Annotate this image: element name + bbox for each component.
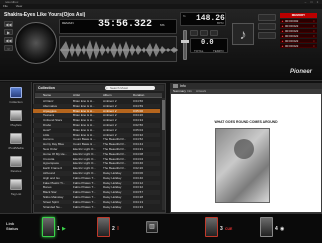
column-artist[interactable]: Artist [73, 93, 80, 98]
bpm-label: BPM [217, 21, 224, 25]
deck-2-number: 2 [112, 226, 115, 232]
tempo-label: TEMPO [213, 49, 224, 53]
search-icon: ⌕ [106, 86, 108, 90]
deck-2-player-icon [97, 217, 110, 237]
play-icon: ▶ [62, 226, 66, 232]
sidebar-item-label: Devices [10, 169, 22, 173]
time-unit: MS [160, 23, 165, 27]
track-table: Al Danz Brian Eno & H... Ambient 2 0:04:56 A… [33, 99, 160, 211]
tab-info[interactable]: Info [187, 89, 192, 94]
remain-label: REMAIN [62, 21, 74, 25]
sidebar-item-playlists[interactable]: Playlists [3, 108, 29, 130]
deck-4[interactable]: 4 ◉ [260, 217, 290, 237]
row-duration: 0:04:33 [133, 204, 144, 209]
total-label: TOTAL [194, 49, 204, 53]
app-window: rekordbox – □ × File View Shakira-Eyes L… [0, 0, 322, 243]
deck-3-player-icon [205, 217, 218, 237]
memory-cue-item[interactable]: ▲ 00:00:022 × [280, 29, 317, 33]
table-row[interactable]: Stranded Ne... Fabio Pirates T... Daisy Ho… [33, 205, 160, 210]
deck-2[interactable]: 2 ‖ [97, 217, 127, 237]
brand-logo: Pioneer [290, 69, 313, 75]
sidebar-item-collection[interactable]: Collection [3, 85, 29, 107]
column-name[interactable]: Name [43, 93, 51, 98]
deck-3-number: 3 [220, 226, 223, 232]
pitch-display: 0.0 [201, 39, 214, 47]
artwork-shape [234, 139, 254, 159]
percent-label: % [183, 14, 186, 18]
sidebar-item-label: Playlists [10, 123, 22, 127]
music-note-icon: ♪ [232, 23, 254, 45]
waveform-display[interactable] [59, 36, 178, 62]
tempo-slider-track[interactable] [183, 30, 187, 60]
master-tempo-button[interactable] [200, 30, 208, 36]
cue-label: CUE [225, 227, 233, 231]
menu-view[interactable]: View [16, 4, 22, 8]
device-icon [10, 133, 22, 144]
album-title: WHAT GOES ROUND COMES AROUND [214, 120, 278, 124]
tempo-slider-handle[interactable] [181, 40, 189, 43]
scrollbar-thumb[interactable] [162, 100, 165, 130]
search-back-button[interactable]: ◀◀ [4, 37, 13, 43]
row-album: Daisy Holiday [103, 204, 122, 209]
deck-4-player-icon [260, 217, 273, 237]
deck-1[interactable]: 1 ▶ [42, 217, 72, 237]
tab-summary[interactable]: Summary [173, 89, 186, 94]
cue-button[interactable]: ◀◀ [4, 21, 13, 27]
info-title: Info [180, 84, 186, 88]
row-name: Stranded Ne... [43, 204, 63, 209]
folder-icon [10, 156, 22, 167]
collection-title: Collection [38, 86, 55, 90]
sidebar-item-label: Collection [9, 100, 23, 104]
play-button[interactable]: ▶ [4, 29, 13, 35]
mixer-icon[interactable]: ▥ [146, 221, 158, 233]
playlist-icon [10, 110, 22, 121]
deck-3[interactable]: 3 CUE [205, 217, 235, 237]
sidebar-item-taglist[interactable]: Tag List [3, 177, 29, 199]
track-title: Shakira-Eyes Like Yours(Ojos Asi) [4, 12, 86, 18]
menu-file[interactable]: File [3, 4, 8, 8]
memory-cue-item[interactable]: ▲ 00:00:022 × [280, 44, 317, 48]
album-artwork [215, 128, 270, 203]
collection-icon [10, 87, 22, 98]
tempo-range-button[interactable] [190, 30, 198, 36]
jog-wheel[interactable] [15, 22, 57, 64]
row-artist: Fabio Pirates T... [73, 204, 96, 209]
memory-cue-item[interactable]: ▲ 00:00:002 × [280, 19, 317, 23]
deck-select-3[interactable] [258, 32, 276, 39]
sidebar-item-label: Tag List [10, 192, 22, 196]
sync-button[interactable] [210, 30, 218, 36]
taglist-icon [10, 179, 22, 190]
waveform-svg [60, 40, 178, 60]
tab-artwork[interactable]: Artwork [196, 89, 206, 94]
deck-1-number: 1 [57, 226, 60, 232]
column-duration[interactable]: Duration [133, 93, 144, 98]
disc-icon: ◉ [280, 226, 285, 232]
memory-cue-item[interactable]: ▲ 00:00:022 × [280, 39, 317, 43]
search-placeholder: Search Music [110, 86, 129, 90]
memory-header: MEMORY [280, 13, 317, 18]
memory-cue-item[interactable]: ▲ 00:00:022 × [280, 34, 317, 38]
column-album[interactable]: Album [103, 93, 112, 98]
loop-button[interactable]: ○ [4, 45, 13, 51]
deck-1-player-icon [42, 217, 55, 237]
sidebar-item-devices[interactable]: Devices [3, 154, 29, 176]
sidebar-item-ipod[interactable]: iPod/Media [3, 131, 29, 153]
deck-select-1[interactable] [258, 14, 276, 21]
search-input[interactable]: Search Music [105, 86, 155, 90]
link-status-label: Link Status [6, 221, 19, 231]
memory-cue-item[interactable]: ▲ 00:00:022 × [280, 24, 317, 28]
sidebar-item-label: iPod/Media [8, 146, 24, 150]
info-icon [173, 84, 178, 88]
deck-4-number: 4 [275, 226, 278, 232]
info-tabs [170, 89, 322, 94]
deck-select-2[interactable] [258, 23, 276, 30]
pause-icon: ‖ [117, 226, 120, 232]
time-display: 35:56.322 [98, 19, 153, 30]
